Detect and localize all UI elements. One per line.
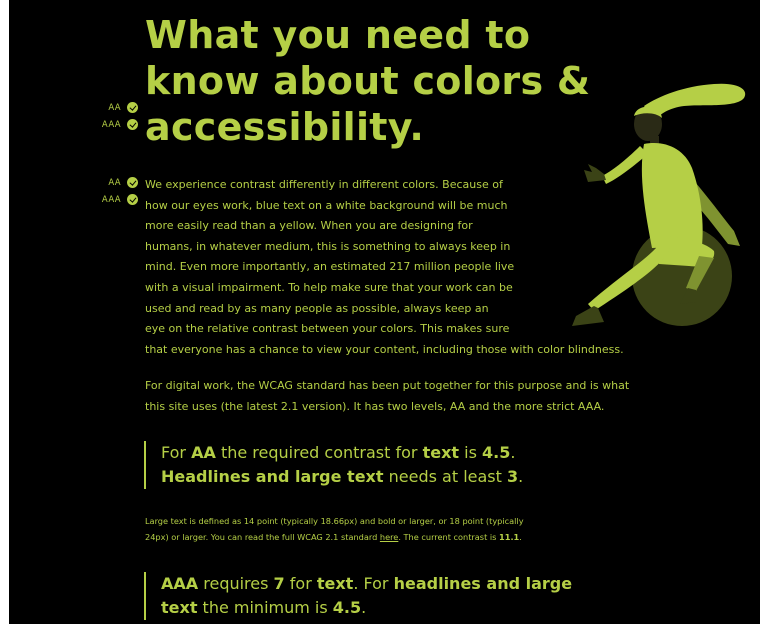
aa-badge: AA xyxy=(108,174,138,191)
quote-text: requires xyxy=(198,574,274,593)
intro-paragraph: We experience contrast differently in di… xyxy=(145,175,624,360)
wcag-paragraph: For digital work, the WCAG standard has … xyxy=(145,376,645,417)
intro-line: used and read by as many people as possi… xyxy=(145,301,489,315)
quote-emphasis: 7 xyxy=(273,574,285,593)
person-on-ball-illustration xyxy=(572,83,746,326)
intro-line: We experience contrast differently in di… xyxy=(145,178,503,191)
intro-line: how our eyes work, blue text on a white … xyxy=(145,198,508,212)
quote-emphasis: 4.5 xyxy=(332,598,362,617)
quote-text: . For xyxy=(353,574,394,593)
aaa-badge: AAA xyxy=(102,191,138,208)
quote-text: . xyxy=(361,598,367,617)
note-text: 24px) or larger. You can read the full W… xyxy=(145,531,380,542)
aaa-requirement-quote: AAA requires 7 for text. For headlines a… xyxy=(144,572,572,620)
quote-emphasis: text xyxy=(161,598,198,617)
front-arm-shape xyxy=(602,146,648,184)
quote-emphasis: text xyxy=(316,574,354,593)
wcag-line: this site uses (the latest 2.1 version).… xyxy=(145,399,605,413)
aa-label: AA xyxy=(108,102,121,113)
note-text: . The current contrast is xyxy=(398,531,500,542)
intro-line: humans, in whatever medium, this is some… xyxy=(145,239,511,253)
intro-line: with a visual impairment. To help make s… xyxy=(145,280,513,294)
quote-text: the required contrast for xyxy=(215,443,423,462)
check-circle-icon xyxy=(127,102,138,113)
quote-emphasis: headlines and large xyxy=(393,574,573,593)
torso-shape xyxy=(641,143,703,248)
quote-emphasis: 3 xyxy=(506,467,519,486)
aaa-badge: AAA xyxy=(102,116,138,133)
large-text-note: Large text is defined as 14 point (typic… xyxy=(145,514,565,546)
quote-text: for xyxy=(284,574,317,593)
wcag-standard-link[interactable]: here xyxy=(380,532,398,542)
quote-text: . xyxy=(518,467,524,486)
title-line-3: accessibility. xyxy=(145,105,425,149)
quote-text: the minimum is xyxy=(197,598,333,617)
quote-emphasis: text xyxy=(422,443,460,462)
front-shoe-shape xyxy=(572,306,604,326)
quote-emphasis: AA xyxy=(191,443,216,462)
title-contrast-badges: AA AAA xyxy=(102,99,138,133)
check-circle-icon xyxy=(127,119,138,130)
intro-line: more easily read than a yellow. When you… xyxy=(145,219,473,233)
title-line-2: know about colors & xyxy=(145,59,591,103)
quote-emphasis: AAA xyxy=(161,574,199,593)
quote-emphasis: 4.5 xyxy=(482,443,511,462)
aaa-label: AAA xyxy=(101,194,121,205)
aaa-label: AAA xyxy=(101,119,121,130)
aa-label: AA xyxy=(108,177,121,188)
quote-text: is xyxy=(459,443,482,462)
wcag-line: For digital work, the WCAG standard has … xyxy=(145,379,630,392)
quote-text: . xyxy=(510,443,516,462)
quote-text: needs at least xyxy=(383,467,507,486)
quote-emphasis: Headlines and large text xyxy=(161,467,384,486)
body-contrast-badges: AA AAA xyxy=(102,174,138,208)
intro-line: eye on the relative contrast between you… xyxy=(145,322,510,336)
note-text: Large text is defined as 14 point (typic… xyxy=(145,516,524,526)
page-title: What you need to know about colors & acces… xyxy=(145,12,590,150)
quote-text: For xyxy=(161,443,192,462)
aa-badge: AA xyxy=(108,99,138,116)
hand-shape xyxy=(584,164,606,182)
check-circle-icon xyxy=(127,194,138,205)
aa-requirement-quote: For AA the required contrast for text is… xyxy=(144,441,523,489)
intro-line: mind. Even more importantly, an estimate… xyxy=(145,260,515,274)
page: What you need to know about colors & acces… xyxy=(9,0,760,624)
note-text: . xyxy=(519,531,522,542)
check-circle-icon xyxy=(127,177,138,188)
current-contrast-value: 11.1 xyxy=(499,531,520,542)
title-line-1: What you need to xyxy=(145,13,531,57)
intro-line: that everyone has a chance to view your … xyxy=(145,342,624,356)
